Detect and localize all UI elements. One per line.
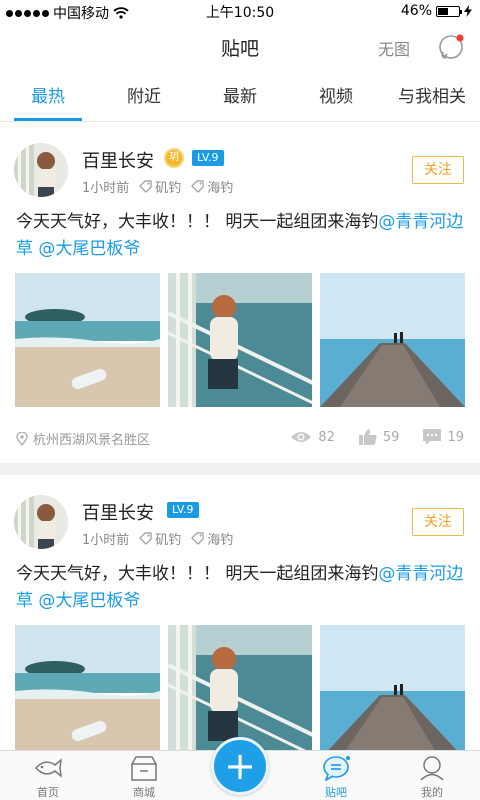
tabbar-mine[interactable]: 我的: [392, 751, 472, 800]
post-meta: 1小时前 矶钓 海钓: [82, 529, 233, 548]
eye-icon: [291, 432, 312, 442]
post-time: 1小时前: [82, 181, 130, 196]
post-meta: 1小时前 矶钓 海钓: [82, 177, 233, 196]
likes-count: 59: [382, 429, 400, 445]
photo-girl-railing[interactable]: [167, 273, 313, 407]
tab-related-to-me[interactable]: 与我相关: [384, 74, 480, 121]
no-image-toggle[interactable]: 无图: [378, 36, 410, 60]
tabbar-home[interactable]: 首页: [8, 751, 88, 800]
status-bar: 中国移动 上午10:50 46%: [0, 0, 480, 22]
mention-link-part: @青青: [378, 564, 430, 584]
follow-button[interactable]: 关注: [412, 156, 464, 184]
battery-percent: 46%: [400, 3, 432, 19]
views-stat: 82: [290, 430, 335, 445]
tag-label: 矶钓: [155, 181, 182, 196]
tag-label: 海钓: [207, 533, 234, 548]
coin-badge: 玥: [164, 148, 184, 168]
post-text-body: 今天天气好，大丰收！！！ 明天一起组团来海钓: [16, 564, 379, 584]
message-icon[interactable]: [438, 32, 466, 60]
level-badge: LV.9: [167, 502, 199, 518]
post-stats: 82 59 19: [290, 429, 464, 445]
person-icon: [420, 756, 444, 781]
username[interactable]: 百里长安: [82, 499, 154, 525]
post-separator: [0, 463, 480, 475]
tab-video[interactable]: 视频: [288, 74, 384, 121]
post-card[interactable]: 百里长安 玥 LV.9 1小时前 矶钓 海钓 关注 今天天气好，大丰收！！！ 明…: [0, 123, 480, 463]
tab-hot[interactable]: 最热: [0, 74, 96, 121]
tag[interactable]: 海钓: [191, 177, 233, 196]
photo-beach-bottle[interactable]: [15, 273, 160, 407]
photo-grid: [15, 625, 466, 750]
photo-girl-railing[interactable]: [167, 625, 313, 750]
mention-link[interactable]: @大尾巴板爷: [38, 239, 140, 259]
tag-icon: [191, 532, 204, 545]
follow-button[interactable]: 关注: [412, 508, 464, 536]
post-footer: 杭州西湖风景名胜区 82 59 19: [16, 429, 464, 449]
category-tabs: 最热 附近 最新 视频 与我相关: [0, 74, 480, 122]
comments-count: 19: [447, 429, 464, 445]
photo-beach-bottle[interactable]: [15, 625, 160, 750]
username[interactable]: 百里长安: [82, 147, 154, 173]
views-count: 82: [318, 429, 335, 445]
comment-icon: [423, 429, 442, 445]
photo-pier[interactable]: [320, 273, 466, 407]
tabbar-tieba[interactable]: 贴吧: [296, 751, 376, 800]
tag[interactable]: 矶钓: [139, 177, 181, 196]
location-label: 杭州西湖风景名胜区: [33, 433, 151, 448]
post-text-body: 今天天气好，大丰收！！！ 明天一起组团来海钓: [16, 212, 379, 232]
post-time: 1小时前: [82, 533, 130, 548]
tabbar-label: 贴吧: [325, 786, 347, 799]
tabbar-label: 商城: [133, 786, 155, 799]
tag-icon: [191, 180, 204, 193]
fish-icon: [34, 758, 62, 778]
comment-button[interactable]: 19: [423, 429, 464, 445]
post-card[interactable]: 百里长安 LV.9 1小时前 矶钓 海钓 关注 今天天气好，大丰收！！！ 明天一…: [0, 475, 480, 750]
chat-bubble-icon: [323, 756, 350, 781]
tag[interactable]: 矶钓: [139, 529, 181, 548]
tag-label: 海钓: [207, 181, 234, 196]
store-icon: [131, 756, 157, 781]
tag-icon: [139, 532, 152, 545]
thumbs-up-icon: [358, 429, 377, 445]
post-text[interactable]: 今天天气好，大丰收！！！ 明天一起组团来海钓@青青河边草 @大尾巴板爷: [16, 561, 468, 615]
tabbar-label: 首页: [37, 786, 59, 799]
location-pin-icon: [16, 431, 28, 446]
like-button[interactable]: 59: [358, 429, 400, 445]
tab-latest[interactable]: 最新: [192, 74, 288, 121]
avatar[interactable]: [14, 143, 68, 197]
tag[interactable]: 海钓: [191, 529, 233, 548]
create-post-button[interactable]: +: [211, 737, 269, 795]
post-feed[interactable]: 百里长安 玥 LV.9 1小时前 矶钓 海钓 关注 今天天气好，大丰收！！！ 明…: [0, 123, 480, 750]
tag-icon: [139, 180, 152, 193]
tag-label: 矶钓: [155, 533, 182, 548]
level-badge: LV.9: [192, 150, 224, 166]
tabbar-label: 我的: [421, 786, 443, 799]
navigation-bar: 贴吧 无图: [0, 22, 480, 70]
status-right: 46%: [401, 3, 472, 19]
photo-grid: [15, 273, 466, 407]
charging-icon: [464, 5, 472, 17]
battery-icon: [436, 5, 462, 17]
post-text[interactable]: 今天天气好，大丰收！！！ 明天一起组团来海钓@青青河边草 @大尾巴板爷: [16, 209, 468, 263]
photo-pier[interactable]: [320, 625, 466, 750]
location[interactable]: 杭州西湖风景名胜区: [16, 429, 150, 448]
tab-nearby[interactable]: 附近: [96, 74, 192, 121]
avatar[interactable]: [14, 495, 68, 549]
tabbar-store[interactable]: 商城: [104, 751, 184, 800]
plus-icon: +: [224, 744, 256, 788]
mention-link[interactable]: @大尾巴板爷: [38, 591, 140, 611]
